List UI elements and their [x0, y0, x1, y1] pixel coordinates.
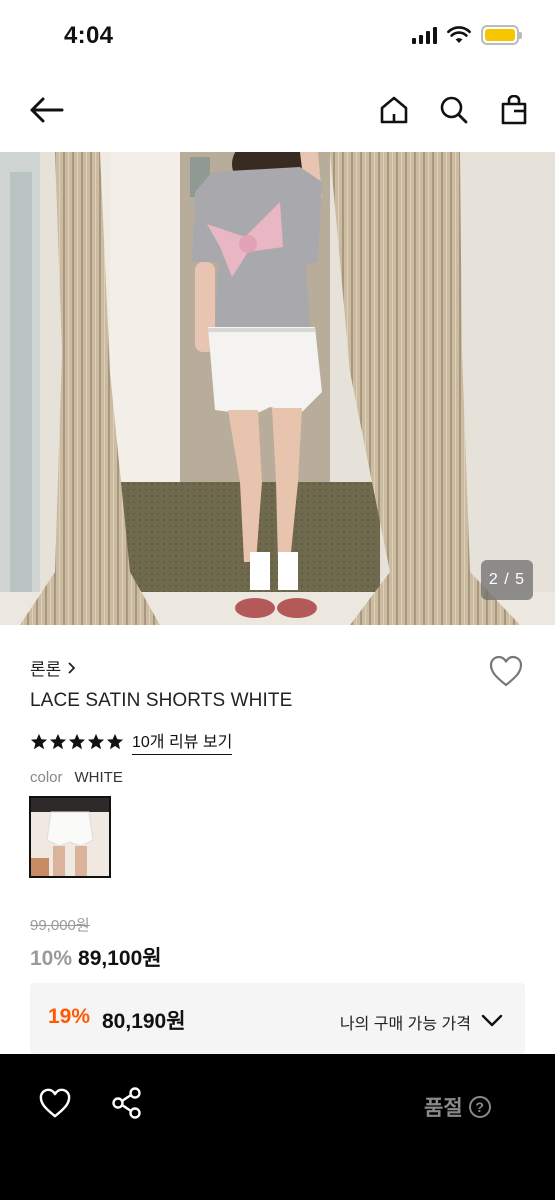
- back-button[interactable]: [26, 90, 66, 130]
- product-name: LACE SATIN SHORTS WHITE: [30, 690, 293, 711]
- chevron-down-icon: [481, 1014, 503, 1027]
- bottom-action-bar: 품절 ?: [0, 1054, 555, 1200]
- shopping-bag-button[interactable]: [494, 90, 534, 130]
- swatch-image: [31, 798, 109, 876]
- status-time: 4:04: [64, 22, 114, 49]
- color-value: WHITE: [74, 769, 123, 786]
- bottom-like-button[interactable]: [38, 1087, 72, 1121]
- home-icon: [380, 96, 408, 124]
- search-button[interactable]: [434, 90, 474, 130]
- rating-row: 10개 리뷰 보기: [30, 728, 233, 755]
- color-option-row: color WHITE: [30, 769, 123, 786]
- my-purchase-price-toggle[interactable]: 19% 80,190원 나의 구매 가능 가격: [30, 983, 525, 1055]
- wishlist-button[interactable]: [488, 654, 524, 688]
- heart-icon: [39, 1088, 71, 1118]
- cellular-signal-icon: [412, 26, 437, 44]
- status-icons: [412, 25, 522, 45]
- product-image-gallery[interactable]: 2 / 5: [0, 152, 555, 625]
- status-bar: 4:04: [0, 0, 555, 72]
- review-link[interactable]: 10개 리뷰 보기: [132, 728, 233, 755]
- rating-stars: [30, 733, 124, 751]
- nav-bar: [0, 80, 555, 140]
- brand-link[interactable]: 론론: [30, 655, 77, 680]
- search-icon: [440, 96, 468, 124]
- brand-name: 론론: [30, 660, 62, 679]
- soldout-label: 품절: [424, 1097, 463, 1120]
- benefit-label: 나의 구매 가능 가격: [339, 1016, 471, 1033]
- star-icon: [106, 733, 124, 749]
- price-row: 10% 89,100원: [30, 942, 162, 972]
- product-photo: [0, 152, 555, 625]
- star-icon: [49, 733, 67, 749]
- back-arrow-icon: [30, 97, 64, 123]
- wifi-icon: [447, 26, 471, 43]
- soldout-status: 품절 ?: [424, 1092, 491, 1122]
- chevron-right-icon: [68, 661, 76, 674]
- sale-price: 89,100원: [78, 947, 162, 970]
- color-label: color: [30, 769, 63, 786]
- star-icon: [30, 733, 48, 749]
- star-icon: [87, 733, 105, 749]
- color-swatch-thumbnail[interactable]: [29, 796, 111, 878]
- shopping-bag-icon: [501, 95, 527, 125]
- share-icon: [112, 1087, 141, 1119]
- discount-rate: 10%: [30, 947, 73, 970]
- original-price: 99,000원: [30, 917, 90, 934]
- help-icon[interactable]: ?: [468, 1096, 491, 1118]
- battery-icon: [481, 25, 522, 45]
- benefit-price: 80,190원: [102, 1010, 186, 1033]
- benefit-discount-rate: 19%: [48, 1005, 91, 1028]
- star-icon: [68, 733, 86, 749]
- share-button[interactable]: [110, 1086, 144, 1120]
- heart-icon: [489, 655, 523, 687]
- gallery-page-indicator: 2 / 5: [481, 560, 533, 600]
- home-button[interactable]: [374, 90, 414, 130]
